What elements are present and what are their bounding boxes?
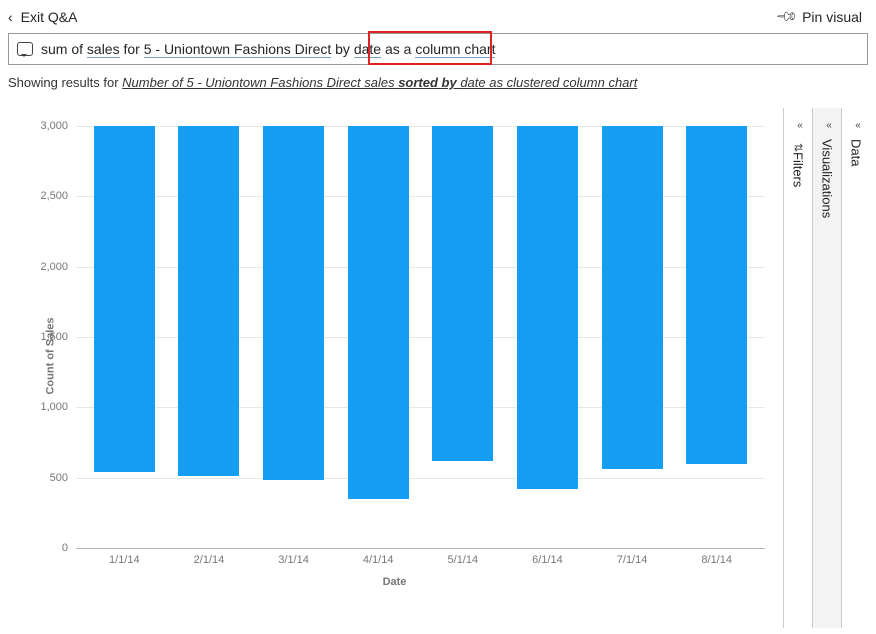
y-axis-title: Count of Sales bbox=[45, 317, 57, 394]
bar[interactable] bbox=[602, 126, 663, 469]
pin-label: Pin visual bbox=[802, 9, 862, 25]
filters-label: Filters bbox=[791, 152, 806, 187]
visualizations-label: Visualizations bbox=[820, 139, 835, 218]
bar-slot: 4/1/14 bbox=[336, 126, 421, 548]
bar-slot: 6/1/14 bbox=[505, 126, 590, 548]
y-tick-label: 500 bbox=[50, 472, 76, 484]
visualizations-panel-toggle[interactable]: « Visualizations bbox=[812, 108, 841, 628]
x-tick-label: 1/1/14 bbox=[109, 554, 140, 566]
exit-label: Exit Q&A bbox=[21, 9, 78, 25]
x-tick-label: 4/1/14 bbox=[363, 554, 394, 566]
y-tick-label: 2,000 bbox=[40, 261, 76, 273]
x-axis-title: Date bbox=[383, 576, 407, 588]
chat-icon bbox=[17, 42, 33, 56]
results-description: Showing results for Number of 5 - Uniont… bbox=[8, 75, 868, 90]
bar-slot: 5/1/14 bbox=[421, 126, 506, 548]
x-tick-label: 3/1/14 bbox=[278, 554, 309, 566]
x-tick-label: 5/1/14 bbox=[448, 554, 479, 566]
topbar: ‹ Exit Q&A 📌︎ Pin visual bbox=[0, 0, 876, 33]
chevron-left-icon: ‹ bbox=[8, 9, 13, 25]
x-tick-label: 8/1/14 bbox=[701, 554, 732, 566]
y-tick-label: 2,500 bbox=[40, 190, 76, 202]
qna-query-input[interactable]: sum of sales for 5 - Uniontown Fashions … bbox=[8, 33, 868, 65]
pin-icon: 📌︎ bbox=[775, 4, 800, 29]
y-tick-label: 1,500 bbox=[40, 331, 76, 343]
x-tick-label: 7/1/14 bbox=[617, 554, 648, 566]
filters-panel-toggle[interactable]: « ⇅ Filters bbox=[783, 108, 812, 628]
bar[interactable] bbox=[686, 126, 747, 464]
x-tick-label: 2/1/14 bbox=[194, 554, 225, 566]
bar-slot: 2/1/14 bbox=[167, 126, 252, 548]
bar-slot: 7/1/14 bbox=[590, 126, 675, 548]
pin-visual-button[interactable]: 📌︎ Pin visual bbox=[778, 8, 862, 25]
column-chart: Count of Sales Date 05001,0001,5002,0002… bbox=[16, 126, 773, 586]
bar[interactable] bbox=[517, 126, 578, 489]
bar[interactable] bbox=[263, 126, 324, 480]
bar[interactable] bbox=[94, 126, 155, 472]
bars-container: 1/1/142/1/143/1/144/1/145/1/146/1/147/1/… bbox=[76, 126, 765, 548]
plot-area: 05001,0001,5002,0002,5003,0001/1/142/1/1… bbox=[76, 126, 765, 548]
y-tick-label: 3,000 bbox=[40, 120, 76, 132]
bar-slot: 3/1/14 bbox=[251, 126, 336, 548]
exit-qna-button[interactable]: ‹ Exit Q&A bbox=[8, 9, 77, 25]
query-text: sum of sales for 5 - Uniontown Fashions … bbox=[41, 41, 495, 57]
data-panel-toggle[interactable]: « Data bbox=[841, 108, 870, 628]
chevrons-left-icon: « bbox=[855, 120, 857, 131]
y-tick-label: 1,000 bbox=[40, 401, 76, 413]
main-area: Count of Sales Date 05001,0001,5002,0002… bbox=[6, 108, 870, 628]
x-tick-label: 6/1/14 bbox=[532, 554, 563, 566]
y-tick-label: 0 bbox=[62, 542, 76, 554]
bar[interactable] bbox=[432, 126, 493, 461]
bar[interactable] bbox=[348, 126, 409, 499]
chevrons-left-icon: « bbox=[797, 120, 799, 131]
bar-slot: 1/1/14 bbox=[82, 126, 167, 548]
bar[interactable] bbox=[178, 126, 239, 476]
chart-visual[interactable]: Count of Sales Date 05001,0001,5002,0002… bbox=[6, 108, 783, 628]
filter-icon: ⇅ bbox=[792, 143, 805, 152]
data-label: Data bbox=[849, 139, 864, 166]
chevrons-left-icon: « bbox=[826, 120, 828, 131]
bar-slot: 8/1/14 bbox=[674, 126, 759, 548]
gridline bbox=[76, 548, 765, 549]
